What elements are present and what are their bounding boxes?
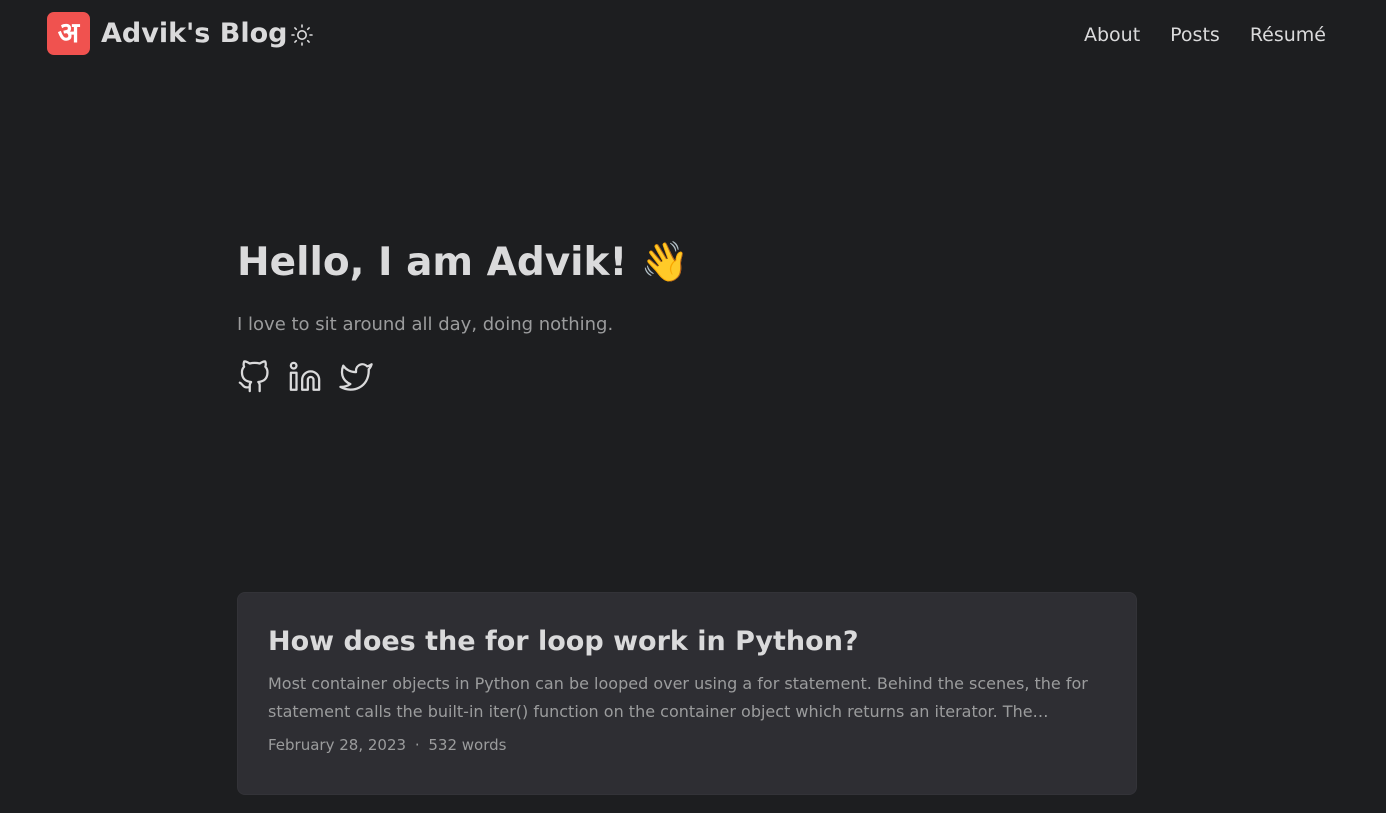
post-card[interactable]: How does the for loop work in Python? Mo…	[237, 592, 1137, 795]
theme-toggle-button[interactable]	[290, 23, 314, 47]
hero-subtitle: I love to sit around all day, doing noth…	[237, 314, 614, 335]
sun-icon	[291, 24, 313, 46]
site-logo-link[interactable]: अ Advik's Blog	[47, 11, 287, 55]
main-nav: About Posts Résumé	[1054, 22, 1326, 48]
post-date: February 28, 2023	[268, 736, 407, 754]
hero-title: Hello, I am Advik! 👋	[237, 240, 690, 285]
site-title: Advik's Blog	[101, 17, 288, 49]
twitter-link[interactable]	[339, 360, 373, 394]
post-word-count: 532 words	[428, 736, 507, 754]
nav-item-about[interactable]: About	[1084, 24, 1140, 46]
post-summary: Most container objects in Python can be …	[268, 674, 1088, 721]
linkedin-icon	[289, 361, 321, 391]
social-links	[237, 360, 1137, 394]
logo-badge-icon: अ	[47, 11, 90, 55]
nav-item-resume[interactable]: Résumé	[1250, 24, 1326, 46]
meta-separator: ·	[414, 736, 420, 754]
nav-item-posts[interactable]: Posts	[1170, 24, 1220, 46]
post-title: How does the for loop work in Python?	[268, 626, 859, 657]
site-header: अ Advik's Blog About Posts Résumé	[0, 0, 1386, 70]
twitter-icon	[339, 363, 373, 391]
github-link[interactable]	[237, 360, 271, 394]
github-icon	[238, 360, 269, 393]
hero-section: Hello, I am Advik! 👋 I love to sit aroun…	[237, 236, 1137, 394]
post-meta: February 28, 2023 · 532 words	[268, 735, 1106, 755]
linkedin-link[interactable]	[288, 360, 322, 394]
